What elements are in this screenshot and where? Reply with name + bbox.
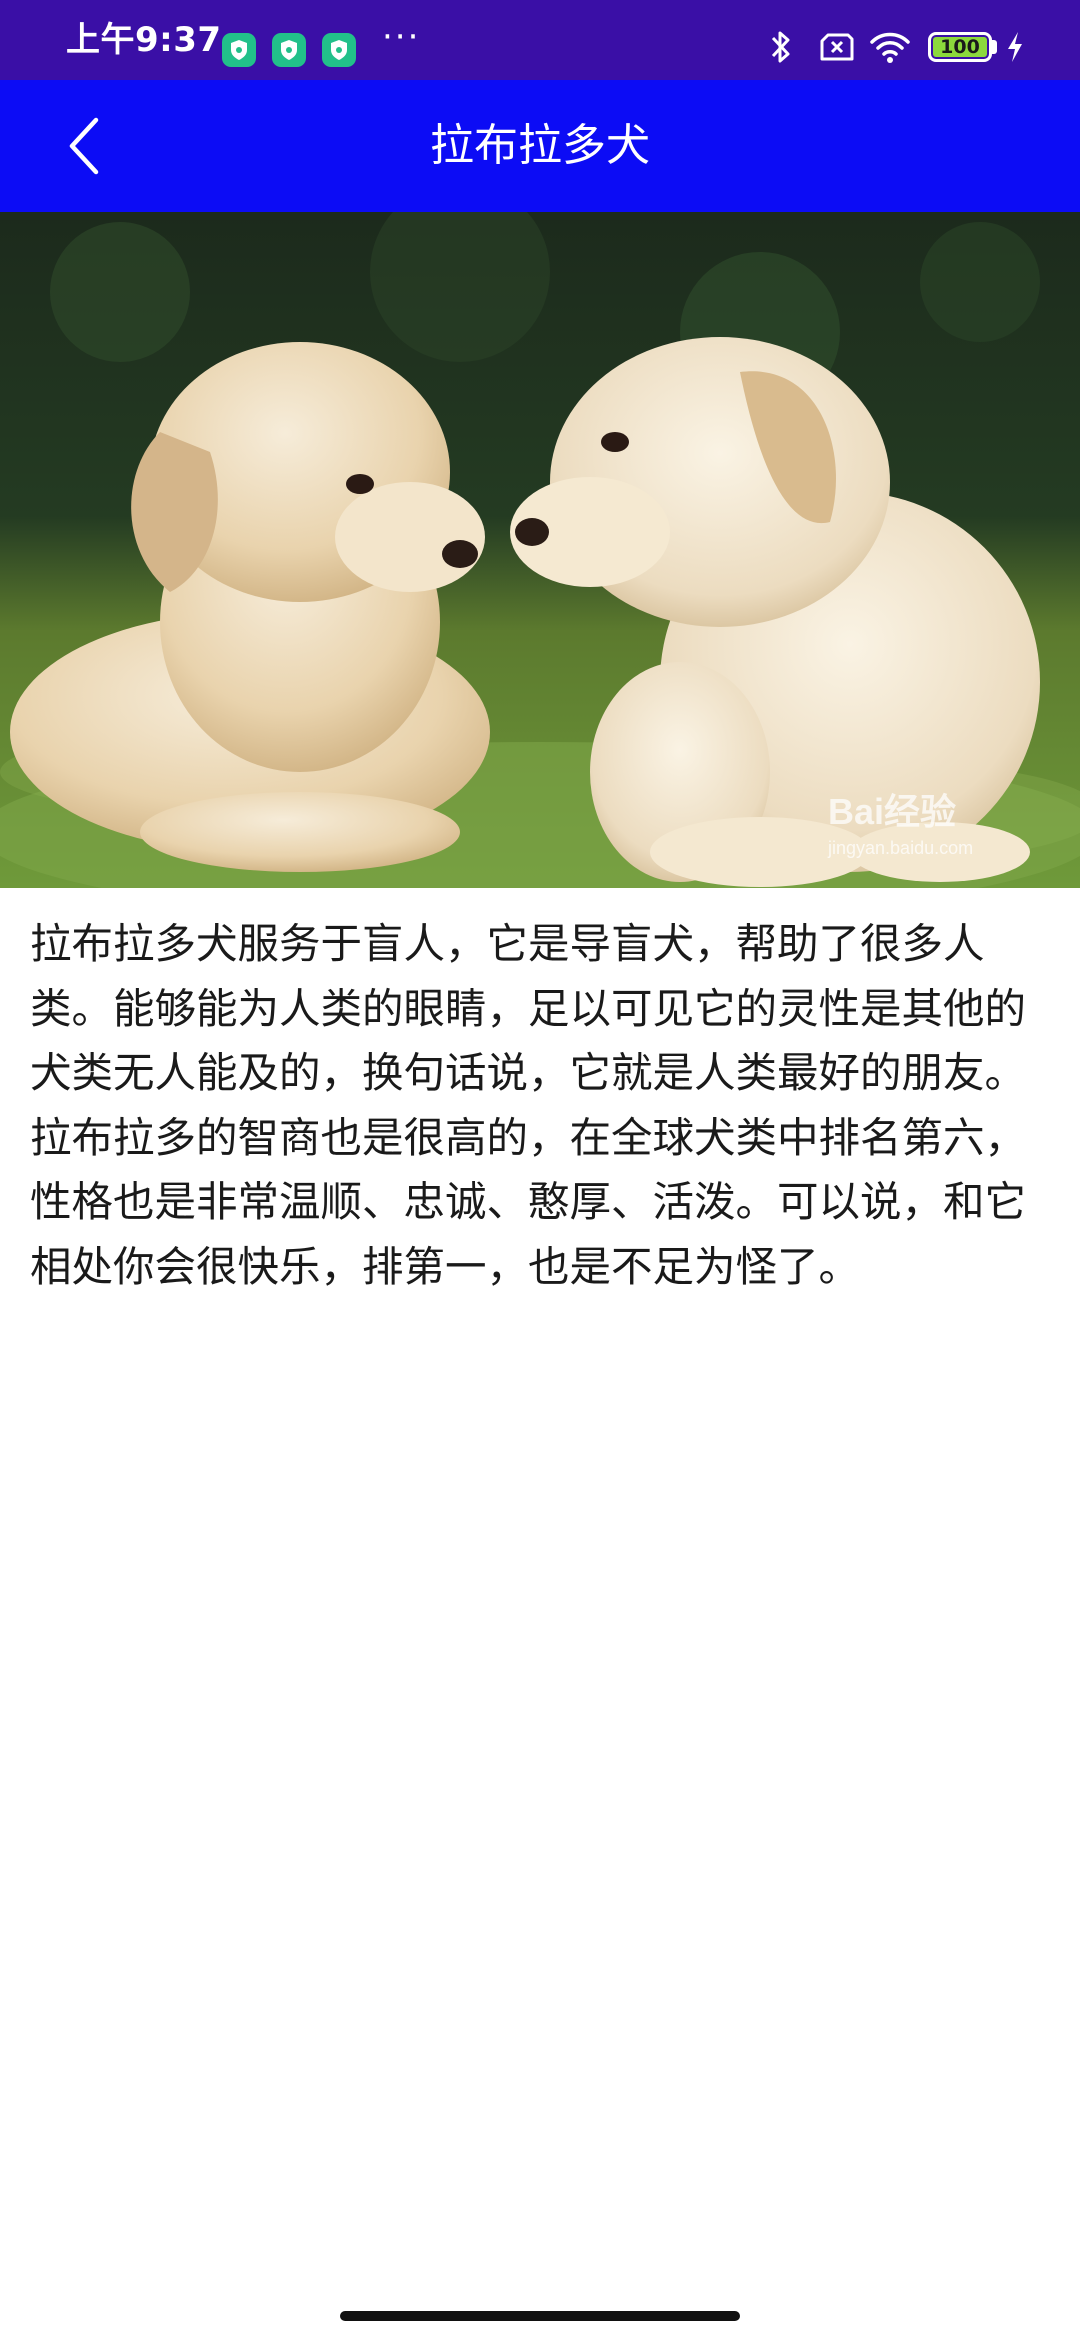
page-title: 拉布拉多犬 <box>430 120 650 171</box>
shield-app-icon <box>272 33 306 67</box>
shield-app-icon <box>322 33 356 67</box>
battery-level-text: 100 <box>940 36 980 58</box>
watermark-brand: Bai经验 <box>828 791 956 832</box>
app-bar: 拉布拉多犬 <box>0 80 1080 212</box>
home-indicator[interactable] <box>340 2311 740 2321</box>
bluetooth-icon <box>768 28 794 70</box>
description-text: 拉布拉多犬服务于盲人，它是导盲犬，帮助了很多人类。能够能为人类的眼睛，足以可见它… <box>30 919 1027 1291</box>
status-time: 上午9:37 <box>66 20 222 60</box>
more-notifications-icon: ··· <box>382 17 421 57</box>
wifi-icon <box>868 28 912 70</box>
watermark-url: jingyan.baidu.com <box>827 838 973 858</box>
no-sim-icon <box>818 28 856 70</box>
battery-icon: 100 <box>928 32 992 62</box>
shield-app-icon <box>222 33 256 67</box>
status-bar: 上午9:37 ··· 100 <box>0 0 1080 80</box>
labrador-puppies-image: Bai经验 jingyan.baidu.com <box>0 212 1080 888</box>
charging-icon <box>1004 28 1026 70</box>
battery-cap <box>992 40 997 54</box>
